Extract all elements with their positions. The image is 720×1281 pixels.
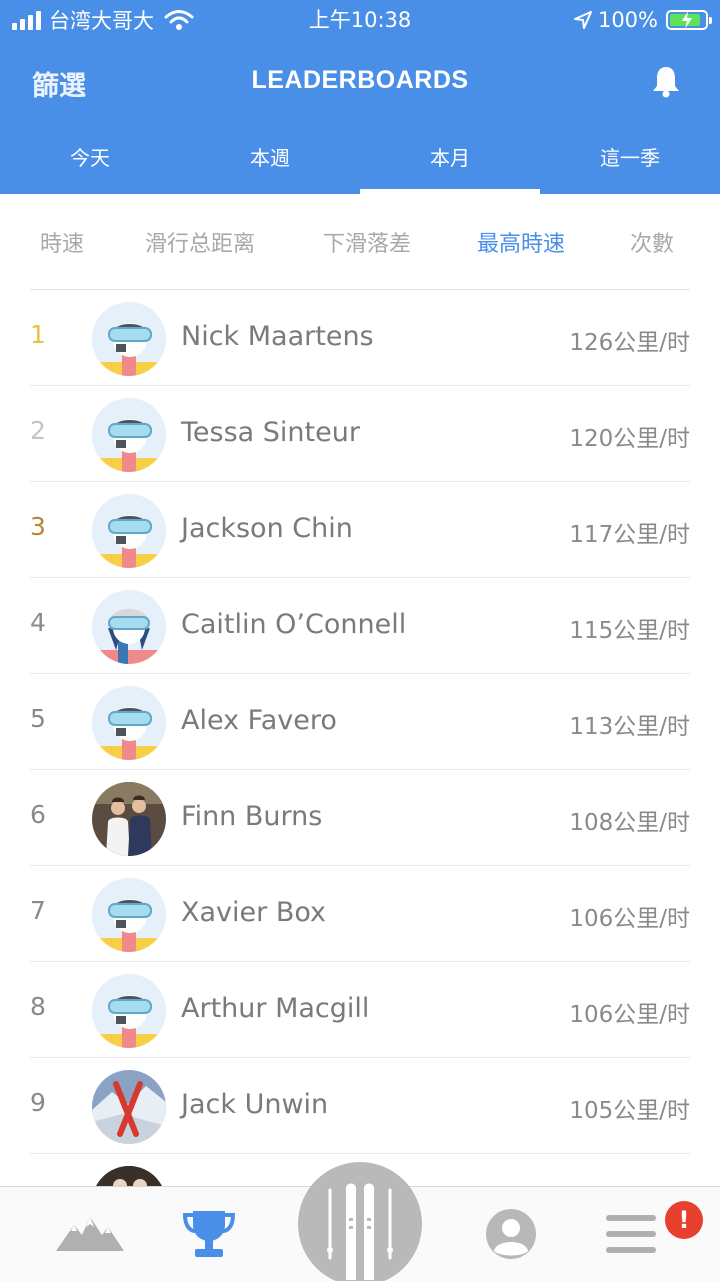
top-speed-value: 115公里/时 (569, 618, 690, 644)
status-bar: 台湾大哥大 上午10:38 100% (0, 0, 720, 40)
tab-this-season[interactable]: 這一季 (540, 130, 720, 194)
location-arrow-icon (573, 11, 592, 29)
metric-tab-vertical-drop[interactable]: 下滑落差 (323, 226, 411, 258)
page-title: LEADERBOARDS (251, 66, 469, 94)
battery-percent: 100% (597, 8, 658, 32)
avatar[interactable] (92, 686, 166, 760)
menu-icon[interactable] (606, 1215, 656, 1253)
rank-number: 6 (30, 800, 46, 829)
trophy-icon[interactable] (181, 1209, 237, 1259)
top-speed-value: 105公里/时 (569, 1098, 690, 1124)
user-name: Xavier Box (181, 897, 327, 928)
user-name: Jackson Chin (181, 513, 353, 544)
metric-tab-speed[interactable]: 時速 (40, 226, 84, 258)
list-item[interactable]: 2 Tessa Sinteur 120公里/时 (30, 386, 690, 482)
mountains-icon[interactable] (56, 1209, 124, 1255)
rank-number: 7 (30, 896, 46, 925)
list-item[interactable]: 1 Nick Maartens 126公里/时 (30, 290, 690, 386)
avatar[interactable] (92, 1166, 166, 1186)
rank-number: 8 (30, 992, 46, 1021)
rank-number: 9 (30, 1088, 46, 1117)
avatar[interactable] (92, 302, 166, 376)
profile-icon[interactable] (484, 1207, 538, 1261)
top-speed-value: 113公里/时 (569, 714, 690, 740)
battery-icon (666, 10, 712, 30)
list-item[interactable]: 6 Finn Burns 108公里/时 (30, 770, 690, 866)
bell-icon[interactable] (650, 64, 682, 98)
user-name: Finn Burns (181, 801, 323, 832)
rank-number: 1 (30, 320, 46, 349)
rank-number: 5 (30, 704, 46, 733)
avatar[interactable] (92, 974, 166, 1048)
top-speed-value: 108公里/时 (569, 810, 690, 836)
user-name: Tessa Sinteur (181, 417, 360, 448)
avatar[interactable] (92, 782, 166, 856)
list-item[interactable]: 4 Caitlin O’Connell 115公里/时 (30, 578, 690, 674)
metric-tab-total-distance[interactable]: 滑行总距离 (145, 226, 255, 258)
top-speed-value: 126公里/时 (569, 330, 690, 356)
rank-number: 4 (30, 608, 46, 637)
list-item[interactable]: 8 Arthur Macgill 106公里/时 (30, 962, 690, 1058)
rank-number: 3 (30, 512, 46, 541)
skis-icon (327, 1183, 393, 1280)
avatar[interactable] (92, 1070, 166, 1144)
user-name: Caitlin O’Connell (181, 609, 407, 640)
list-item[interactable]: 3 Jackson Chin 117公里/时 (30, 482, 690, 578)
start-tracking-button[interactable] (298, 1162, 422, 1281)
nav-bar: 篩選 LEADERBOARDS (0, 56, 720, 112)
tab-today[interactable]: 今天 (0, 130, 180, 194)
list-item[interactable]: 7 Xavier Box 106公里/时 (30, 866, 690, 962)
user-name: Jack Unwin (181, 1089, 329, 1120)
avatar[interactable] (92, 398, 166, 472)
tab-this-week[interactable]: 本週 (180, 130, 360, 194)
user-name: Arthur Macgill (181, 993, 370, 1024)
top-speed-value: 106公里/时 (569, 1002, 690, 1028)
metric-tab-top-speed[interactable]: 最高時速 (477, 226, 565, 258)
period-tabs: 今天 本週 本月 這一季 (0, 130, 720, 194)
avatar[interactable] (92, 494, 166, 568)
list-item[interactable]: 9 Jack Unwin 105公里/时 (30, 1058, 690, 1154)
leaderboard-list[interactable]: 1 Nick Maartens 126公里/时 2 Tessa Sinteur … (0, 290, 720, 1186)
top-speed-value: 120公里/时 (569, 426, 690, 452)
list-item[interactable]: 5 Alex Favero 113公里/时 (30, 674, 690, 770)
tab-this-month[interactable]: 本月 (360, 130, 540, 194)
user-name: Nick Maartens (181, 321, 374, 352)
user-name: Alex Favero (181, 705, 337, 736)
rank-number: 2 (30, 416, 46, 445)
alert-badge: ! (665, 1201, 703, 1239)
header: 台湾大哥大 上午10:38 100% 篩選 LEADERBOARDS 今天 本週… (0, 0, 720, 194)
avatar[interactable] (92, 878, 166, 952)
top-speed-value: 106公里/时 (569, 906, 690, 932)
metric-tab-runs[interactable]: 次數 (630, 226, 674, 258)
metric-tabs: 時速 滑行总距离 下滑落差 最高時速 次數 (0, 194, 720, 290)
avatar[interactable] (92, 590, 166, 664)
top-speed-value: 117公里/时 (569, 522, 690, 548)
